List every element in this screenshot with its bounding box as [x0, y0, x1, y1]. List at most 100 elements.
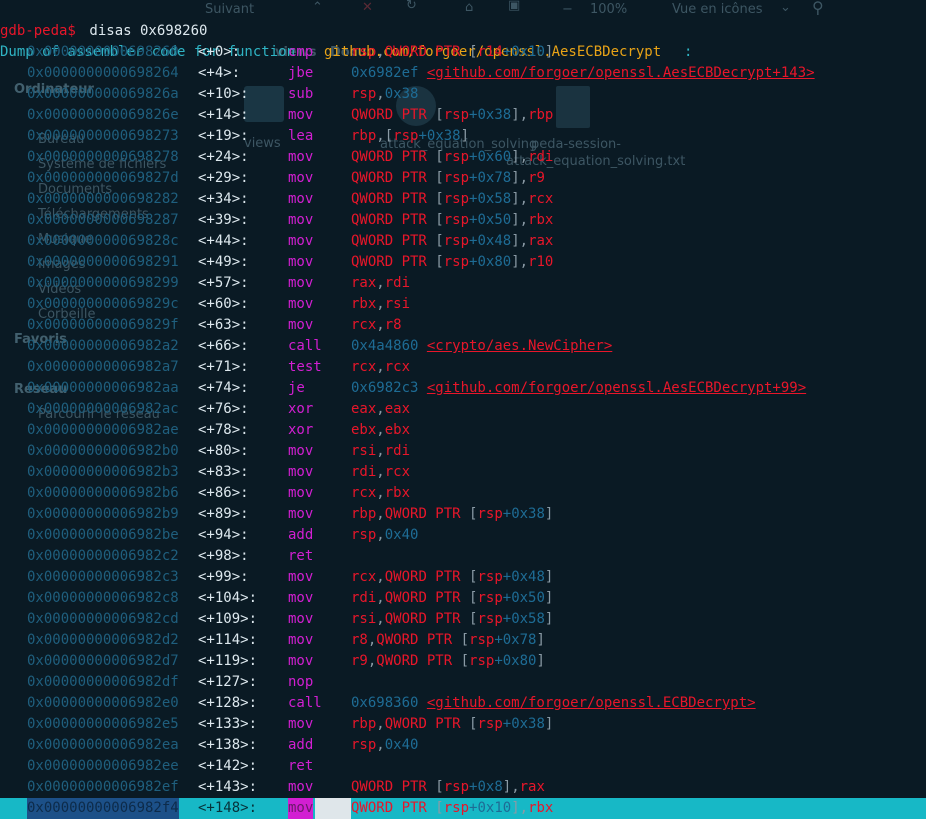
instruction-address: 0x00000000006982e0	[27, 695, 179, 711]
operand-token: QWORD PTR	[384, 590, 470, 606]
instruction-row[interactable]: 0x00000000006982b9 <+89>: mov rbp,QWORD PTR…	[0, 504, 926, 525]
instruction-row[interactable]: 0x00000000006982d2 <+114>: mov r8,QWORD PTR…	[0, 630, 926, 651]
instruction-row[interactable]: 0x00000000006982d7 <+119>: mov r9,QWORD PTR…	[0, 651, 926, 672]
operand-token: ]	[544, 506, 554, 522]
operand-token: +0x38	[502, 716, 545, 732]
operand-token: rsp	[443, 779, 470, 795]
instruction-row[interactable]: 0x000000000069827d <+29>: mov QWORD PTR [rs…	[0, 168, 926, 189]
operand-token: +0x78	[494, 632, 537, 648]
instruction-offset: <+94>:	[198, 527, 249, 543]
instruction-mnemonic: ret	[288, 548, 314, 564]
instruction-row[interactable]: 0x00000000006982b0 <+80>: mov rsi,rdi	[0, 441, 926, 462]
instruction-row[interactable]: 0x00000000006982df <+127>: nop	[0, 672, 926, 693]
instruction-row[interactable]: 0x00000000006982ee <+142>: ret	[0, 756, 926, 777]
instruction-row[interactable]: 0x000000000069826a <+10>: sub rsp,0x38	[0, 84, 926, 105]
instruction-row[interactable]: 0x0000000000698273 <+19>: lea rbp,[rsp+0x38…	[0, 126, 926, 147]
operand-token: +0x8	[469, 779, 503, 795]
instruction-address: 0x00000000006982cd	[27, 611, 179, 627]
instruction-row[interactable]: 0x00000000006982b3 <+83>: mov rdi,rcx	[0, 462, 926, 483]
operand-token: ]	[544, 569, 554, 585]
instruction-row[interactable]: 0x00000000006982ef <+143>: mov QWORD PTR [r…	[0, 777, 926, 798]
instruction-row[interactable]: 0x000000000069829c <+60>: mov rbx,rsi	[0, 294, 926, 315]
symbol-link[interactable]: <github.com/forgoer/openssl.AesECBDecryp…	[427, 380, 806, 396]
instruction-operands: QWORD PTR [rsp+0x50],rbx	[351, 210, 553, 231]
instruction-row[interactable]: 0x0000000000698282 <+34>: mov QWORD PTR [rs…	[0, 189, 926, 210]
instruction-row[interactable]: 0x000000000069829f <+63>: mov rcx,r8	[0, 315, 926, 336]
symbol-link[interactable]: <github.com/forgoer/openssl.ECBDecrypt>	[427, 695, 756, 711]
instruction-row[interactable]: 0x0000000000698299 <+57>: mov rax,rdi	[0, 273, 926, 294]
operand-token: rsp	[477, 611, 503, 627]
operand-token: rsp	[443, 149, 470, 165]
instruction-address: 0x000000000069827d	[27, 170, 179, 186]
instruction-row[interactable]: 0x00000000006982aa <+74>: je 0x6982c3 <gith…	[0, 378, 926, 399]
instruction-row[interactable]: 0x00000000006982e0 <+128>: call 0x698360 <g…	[0, 693, 926, 714]
symbol-link[interactable]: <crypto/aes.NewCipher>	[427, 338, 612, 354]
instruction-row[interactable]: 0x00000000006982e5 <+133>: mov rbp,QWORD PT…	[0, 714, 926, 735]
operand-token: ,	[519, 191, 529, 207]
operand-token: rcx	[528, 191, 554, 207]
instruction-row[interactable]: 0x00000000006982cd <+109>: mov rsi,QWORD PT…	[0, 609, 926, 630]
instruction-offset: <+128>:	[198, 695, 258, 711]
operand-token: [	[384, 128, 394, 144]
instruction-operands: QWORD PTR [rsp+0x80],r10	[351, 252, 553, 273]
operand-token: ,	[376, 128, 385, 144]
instruction-row[interactable]: 0x00000000006982c8 <+104>: mov rdi,QWORD PT…	[0, 588, 926, 609]
instruction-row[interactable]: 0x00000000006982a2 <+66>: call 0x4a4860 <cr…	[0, 336, 926, 357]
operand-token: rax	[519, 779, 545, 795]
operand-token: +0x58	[502, 611, 545, 627]
instruction-address: 0x0000000000698273	[27, 128, 179, 144]
operand-token: rsp	[443, 800, 470, 816]
instruction-operands: rbp,QWORD PTR [rsp+0x38]	[351, 504, 553, 525]
operand-token: +0x58	[469, 191, 512, 207]
operand-token: rcx	[351, 359, 377, 375]
operand-token: rsp	[443, 212, 470, 228]
instruction-row[interactable]: 0x00000000006982ae <+78>: xor ebx,ebx	[0, 420, 926, 441]
operand-token: [	[435, 800, 444, 816]
symbol-link[interactable]: <github.com/forgoer/openssl.AesECBDecryp…	[427, 65, 815, 81]
prompt-line: gdb-peda$ disas 0x698260	[0, 0, 926, 39]
instruction-offset: <+127>:	[198, 674, 258, 690]
instruction-row[interactable]: 0x0000000000698260 <+0>: cmp rsp,QWORD PTR …	[0, 42, 926, 63]
instruction-mnemonic: call	[288, 695, 322, 711]
instruction-row[interactable]: 0x0000000000698291 <+49>: mov QWORD PTR [rs…	[0, 252, 926, 273]
instruction-row[interactable]: 0x0000000000698278 <+24>: mov QWORD PTR [rs…	[0, 147, 926, 168]
instruction-operands: 0x6982c3 <github.com/forgoer/openssl.Aes…	[351, 378, 806, 399]
operand-token: ,	[376, 611, 385, 627]
instruction-row[interactable]: 0x000000000069828c <+44>: mov QWORD PTR [rs…	[0, 231, 926, 252]
instruction-address: 0x00000000006982df	[27, 674, 179, 690]
instruction-row[interactable]: 0x00000000006982c2 <+98>: ret	[0, 546, 926, 567]
instruction-operands: QWORD PTR [rsp+0x38],rbp	[351, 105, 553, 126]
instruction-address: 0x00000000006982b9	[27, 506, 179, 522]
operand-token: ,	[376, 506, 385, 522]
instruction-mnemonic: mov	[288, 191, 314, 207]
instruction-row[interactable]: 0x00000000006982be <+94>: add rsp,0x40	[0, 525, 926, 546]
instruction-row[interactable]: 0x00000000006982ac <+76>: xor eax,eax	[0, 399, 926, 420]
instruction-operands: rbp,QWORD PTR [rsp+0x38]	[351, 714, 553, 735]
instruction-row[interactable]: 0x0000000000698287 <+39>: mov QWORD PTR [rs…	[0, 210, 926, 231]
instruction-row[interactable]: 0x00000000006982ea <+138>: add rsp,0x40	[0, 735, 926, 756]
instruction-operands: rax,rdi	[351, 273, 410, 294]
instruction-mnemonic: call	[288, 338, 322, 354]
instruction-address: 0x00000000006982aa	[27, 380, 179, 396]
instruction-offset: <+98>:	[198, 548, 249, 564]
instruction-row[interactable]: 0x000000000069826e <+14>: mov QWORD PTR [rs…	[0, 105, 926, 126]
operand-token: rsp	[443, 170, 470, 186]
operand-token: 0x10	[511, 44, 545, 60]
instruction-offset: <+114>:	[198, 632, 258, 648]
instruction-row[interactable]: 0x00000000006982a7 <+71>: test rcx,rcx	[0, 357, 926, 378]
instruction-mnemonic: mov	[288, 170, 314, 186]
instruction-mnemonic: nop	[288, 674, 314, 690]
instruction-row[interactable]: 0x00000000006982c3 <+99>: mov rcx,QWORD PTR…	[0, 567, 926, 588]
operand-token: rbp	[351, 128, 377, 144]
operand-token: +0x80	[494, 653, 537, 669]
operand-token: 0x6982ef	[351, 65, 427, 81]
instruction-row[interactable]: 0x0000000000698264 <+4>: jbe 0x6982ef <gith…	[0, 63, 926, 84]
operand-token: ]	[511, 800, 520, 816]
instruction-row[interactable]: 0x00000000006982b6 <+86>: mov rcx,rbx	[0, 483, 926, 504]
instruction-operands: rcx,rbx	[351, 483, 410, 504]
gdb-terminal[interactable]: gdb-peda$ disas 0x698260 Dump of assembl…	[0, 0, 926, 819]
current-instruction-row[interactable]: 0x00000000006982f4 <+148>: mov QWORD PTR [r…	[0, 798, 926, 819]
operand-token: ,	[519, 107, 529, 123]
instruction-operands: rcx,QWORD PTR [rsp+0x48]	[351, 567, 553, 588]
operand-token: ]	[511, 254, 520, 270]
